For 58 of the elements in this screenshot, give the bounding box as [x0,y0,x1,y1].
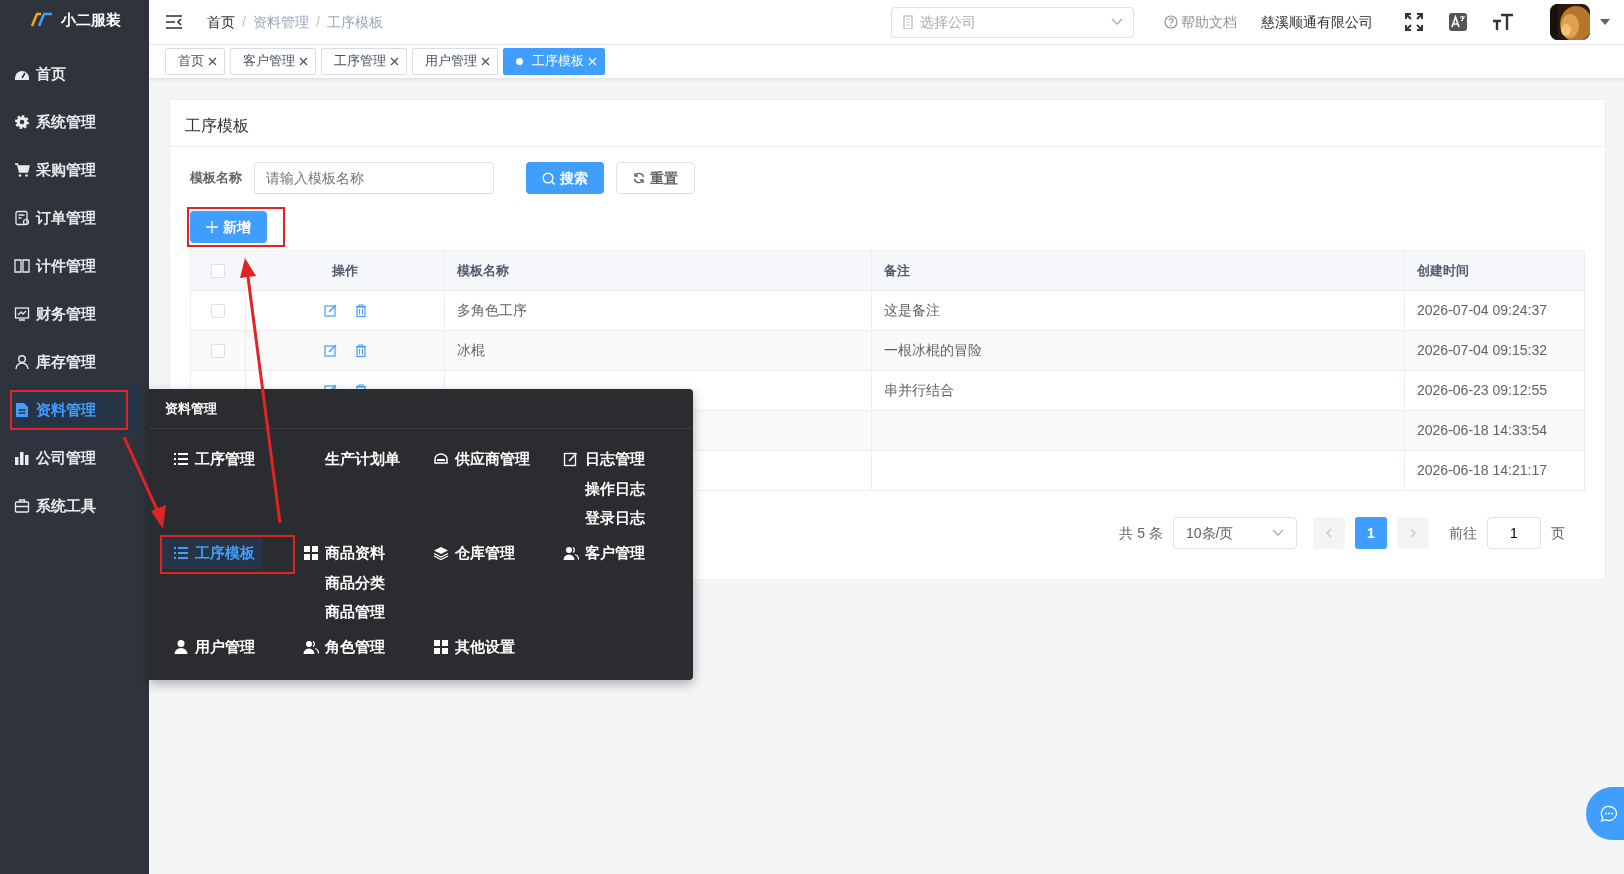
tab[interactable]: 客户管理 [230,48,316,75]
sidebar-item[interactable]: 资料管理 [8,386,141,434]
submenu-title: 资料管理 [149,389,693,429]
sidebar-item[interactable]: 订单管理 [8,194,141,242]
page-size-select[interactable]: 10条/页 [1173,517,1297,549]
tab[interactable]: 用户管理 [412,48,498,75]
submenu-item[interactable]: 登录日志 [551,504,681,533]
submenu-item[interactable]: 工序管理 [161,443,263,475]
company-name: 慈溪顺通有限公司 [1261,12,1373,32]
submenu-item[interactable]: 商品管理 [291,598,421,627]
submenu-item[interactable]: 商品分类 [291,569,421,598]
column-header: 创建时间 [1417,261,1469,280]
field-label: 模板名称 [190,169,242,188]
table-cell-text: 这是备注 [884,301,940,320]
submenu-item[interactable]: 操作日志 [551,475,681,504]
tab[interactable]: 首页 [165,48,225,75]
brand-name: 小二服装 [60,9,121,30]
submenu-item[interactable]: 生产计划单 [291,443,408,475]
sidebar-item[interactable]: 首页 [8,50,141,98]
submenu-item[interactable]: 日志管理 [551,443,653,475]
page-input[interactable]: 1 [1487,517,1541,549]
sidebar-item[interactable]: 系统管理 [8,98,141,146]
search-field[interactable]: 请输入模板名称 [254,162,494,194]
table-cell-text: 2026-06-23 09:12:55 [1417,381,1547,400]
submenu-item[interactable]: 用户管理 [161,631,263,663]
submenu-item[interactable]: 商品资料 [291,537,393,569]
table-cell-text: 一根冰棍的冒险 [884,341,982,360]
table-cell-text: 2026-06-18 14:33:54 [1417,421,1547,440]
total-count: 共 5 条 [1119,523,1163,543]
submenu-item[interactable]: 工序模板 [161,537,263,569]
column-header: 备注 [884,261,910,280]
table-cell-text: 2026-07-04 09:15:32 [1417,341,1547,360]
sidebar-item[interactable]: 公司管理 [8,434,141,482]
submenu-item[interactable]: 其他设置 [421,631,523,663]
breadcrumb-item[interactable]: 首页 [207,11,235,33]
sidebar-item[interactable]: 采购管理 [8,146,141,194]
table-cell-text: 2026-07-04 09:24:37 [1417,301,1547,320]
sidebar-item[interactable]: 系统工具 [8,482,141,530]
breadcrumb-separator: / [315,12,320,32]
goto-label: 前往 [1449,523,1477,543]
table-cell-text: 冰棍 [457,341,485,360]
submenu-item[interactable]: 客户管理 [551,537,653,569]
sidebar-item[interactable]: 计件管理 [8,242,141,290]
column-header: 操作 [332,261,358,280]
table-cell-text: 多角色工序 [457,301,527,320]
tab[interactable]: 工序管理 [321,48,407,75]
card-title: 工序模板 [170,100,1605,147]
submenu-item[interactable]: 仓库管理 [421,537,523,569]
sidebar-item[interactable]: 库存管理 [8,338,141,386]
submenu-item[interactable]: 供应商管理 [421,443,538,475]
table-cell-text: 2026-06-18 14:21:17 [1417,461,1547,480]
submenu-item[interactable]: 角色管理 [291,631,393,663]
sidebar-item[interactable]: 财务管理 [8,290,141,338]
reset-button[interactable]: 重置 [616,162,695,194]
table-cell-text: 串并行结合 [884,381,954,400]
breadcrumb-separator: / [242,12,246,32]
page-suffix: 页 [1551,523,1565,543]
column-header: 模板名称 [457,261,509,280]
